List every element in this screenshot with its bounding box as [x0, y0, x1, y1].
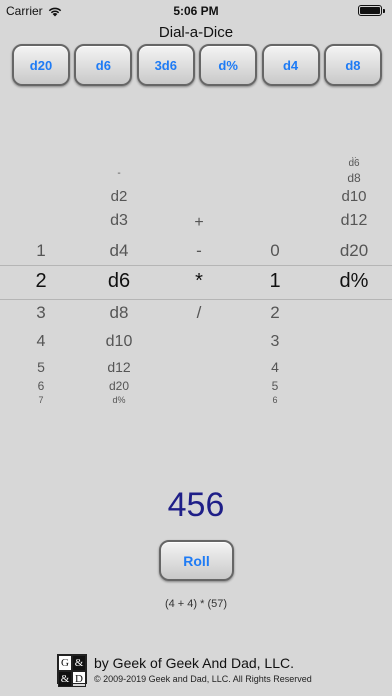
picker-item[interactable]: 6: [12, 379, 70, 393]
picker-selected-die[interactable]: d6: [90, 270, 148, 293]
picker-item[interactable]: 6: [246, 395, 304, 405]
geek-and-dad-logo-icon: G & & D: [57, 654, 87, 687]
picker-item[interactable]: +: [170, 214, 228, 232]
picker-item[interactable]: d10: [90, 333, 148, 351]
picker-item[interactable]: 2: [246, 303, 304, 323]
preset-button-row: d20 d6 3d6 d% d4 d8: [12, 44, 382, 86]
picker-item[interactable]: d4: [90, 241, 148, 261]
picker-selected-count[interactable]: 2: [12, 270, 70, 293]
picker-item[interactable]: d%: [90, 395, 148, 405]
picker-item[interactable]: 0: [246, 241, 304, 261]
picker-item[interactable]: d20: [90, 379, 148, 393]
preset-button-d20[interactable]: d20: [12, 44, 70, 86]
picker-item[interactable]: -: [90, 168, 148, 179]
roll-button-label: Roll: [183, 552, 210, 569]
roll-result: 456: [167, 486, 225, 524]
picker-item[interactable]: 7: [12, 395, 70, 405]
picker-item[interactable]: 3: [246, 333, 304, 351]
picker-item[interactable]: d2: [90, 188, 148, 205]
preset-button-d6[interactable]: d6: [74, 44, 133, 86]
picker-item[interactable]: d6: [324, 158, 384, 169]
picker-column-modifier-die[interactable]: ·· d6 d8 d10 d12 d20 d%: [324, 140, 384, 415]
picker-item[interactable]: d20: [324, 241, 384, 261]
preset-button-d4[interactable]: d4: [261, 44, 320, 86]
picker-item[interactable]: d12: [90, 359, 148, 375]
picker-item[interactable]: d12: [324, 212, 384, 230]
picker-item[interactable]: d3: [90, 212, 148, 230]
preset-button-d-percent[interactable]: d%: [199, 44, 258, 86]
preset-button-3d6[interactable]: 3d6: [136, 44, 195, 86]
preset-button-d8[interactable]: d8: [323, 44, 382, 86]
footer-credit: by Geek of Geek And Dad, LLC.: [94, 655, 295, 671]
picker-column-modifier[interactable]: 0 1 2 3 4 5 6: [246, 140, 304, 415]
picker-item[interactable]: 4: [12, 333, 70, 351]
picker-item[interactable]: /: [170, 303, 228, 323]
picker-item[interactable]: d8: [324, 171, 384, 185]
picker-selected-modifier[interactable]: 1: [246, 270, 304, 293]
app-title: Dial-a-Dice: [158, 24, 234, 41]
picker-column-count[interactable]: 1 2 3 4 5 6 7: [12, 140, 70, 415]
picker-item[interactable]: 5: [12, 359, 70, 375]
picker-item[interactable]: d10: [324, 188, 384, 205]
picker-item[interactable]: -: [170, 241, 228, 261]
picker-column-die[interactable]: - d2 d3 d4 d6 d8 d10 d12 d20 d%: [90, 140, 148, 415]
picker-column-operator[interactable]: + - * /: [170, 140, 228, 415]
footer-copyright: © 2009-2019 Geek and Dad, LLC. All Right…: [94, 674, 312, 684]
status-time: 5:06 PM: [173, 4, 219, 18]
picker-item[interactable]: 5: [246, 379, 304, 393]
status-bar: Carrier 5:06 PM: [0, 0, 392, 22]
picker-item[interactable]: 3: [12, 303, 70, 323]
battery-icon: [358, 5, 385, 16]
picker-selected-operator[interactable]: *: [170, 270, 228, 293]
dice-picker[interactable]: 1 2 3 4 5 6 7 - d2 d3 d4 d6 d8 d10 d12 d…: [0, 140, 392, 415]
picker-item[interactable]: 4: [246, 359, 304, 375]
picker-item[interactable]: d8: [90, 303, 148, 323]
picker-selected-modifier-die[interactable]: d%: [324, 270, 384, 293]
picker-item[interactable]: 1: [12, 241, 70, 261]
roll-expression: (4 + 4) * (57): [164, 598, 228, 610]
roll-button[interactable]: Roll: [159, 540, 234, 581]
